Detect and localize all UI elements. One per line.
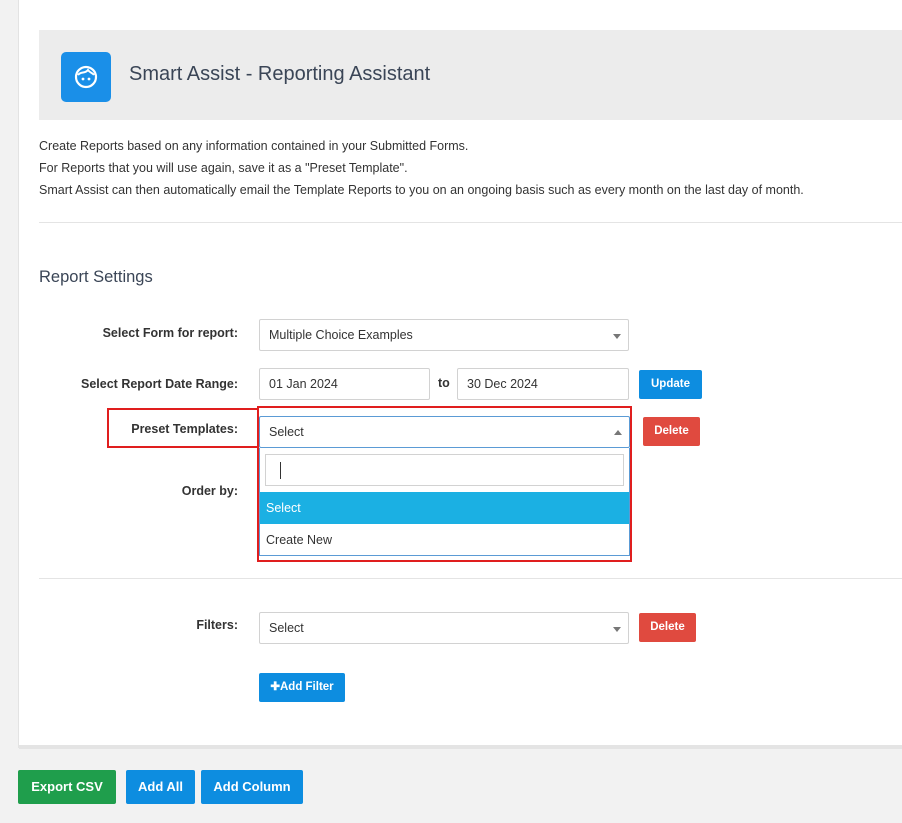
export-csv-button[interactable]: Export CSV bbox=[18, 770, 116, 804]
chevron-down-icon bbox=[613, 334, 621, 339]
order-by-label: Order by: bbox=[181, 484, 238, 498]
intro-line-3: Smart Assist can then automatically emai… bbox=[39, 183, 804, 197]
update-button[interactable]: Update bbox=[639, 370, 702, 399]
date-range-label: Select Report Date Range: bbox=[81, 377, 238, 391]
preset-templates-label: Preset Templates: bbox=[131, 422, 238, 436]
date-to-input[interactable]: 30 Dec 2024 bbox=[457, 368, 629, 400]
filters-label: Filters: bbox=[196, 618, 238, 632]
intro-line-2: For Reports that you will use again, sav… bbox=[39, 161, 408, 175]
form-select-value: Multiple Choice Examples bbox=[269, 328, 413, 342]
panel-bottom-border bbox=[19, 745, 902, 749]
intro-line-1: Create Reports based on any information … bbox=[39, 139, 469, 153]
app-title: Smart Assist - Reporting Assistant bbox=[129, 63, 431, 85]
form-select-label: Select Form for report: bbox=[102, 326, 238, 340]
preset-dropdown-highlight bbox=[257, 406, 632, 562]
face-icon bbox=[74, 65, 98, 89]
app-logo bbox=[61, 52, 111, 102]
divider bbox=[39, 578, 902, 579]
divider bbox=[39, 222, 902, 223]
add-column-button[interactable]: Add Column bbox=[201, 770, 303, 804]
filters-select[interactable]: Select bbox=[259, 612, 629, 644]
preset-delete-button[interactable]: Delete bbox=[643, 417, 700, 446]
app-header: Smart Assist - Reporting Assistant bbox=[39, 30, 902, 120]
add-filter-label: Add Filter bbox=[279, 681, 334, 693]
form-select[interactable]: Multiple Choice Examples bbox=[259, 319, 629, 351]
chevron-down-icon bbox=[613, 627, 621, 632]
add-filter-button[interactable]: ✚Add Filter bbox=[259, 673, 345, 702]
filters-select-value: Select bbox=[269, 621, 304, 635]
filters-delete-button[interactable]: Delete bbox=[639, 613, 696, 642]
add-all-button[interactable]: Add All bbox=[126, 770, 195, 804]
plus-icon: ✚ bbox=[270, 681, 280, 693]
section-title: Report Settings bbox=[39, 268, 153, 286]
left-rail bbox=[0, 0, 18, 823]
date-to-word: to bbox=[438, 376, 450, 390]
date-from-input[interactable]: 01 Jan 2024 bbox=[259, 368, 430, 400]
